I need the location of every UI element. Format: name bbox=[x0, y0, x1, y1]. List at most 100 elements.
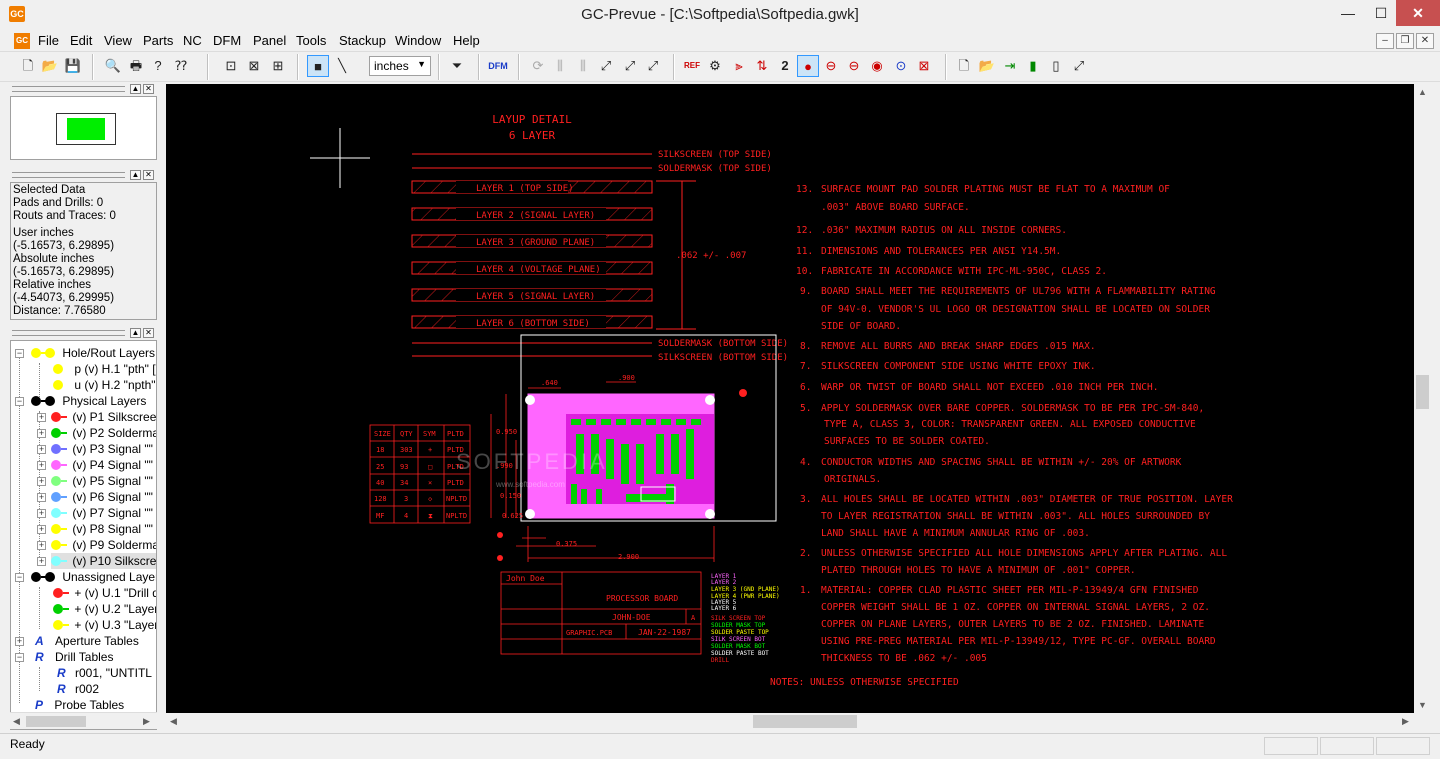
panel-close-button[interactable]: ✕ bbox=[143, 170, 154, 180]
tree-group-drill-tables[interactable]: R Drill Tables bbox=[35, 649, 113, 665]
tree-item-physical-layer[interactable]: (v) P1 Silkscreer bbox=[51, 409, 156, 425]
maximize-button[interactable]: ☐ bbox=[1366, 0, 1396, 26]
tree-expand-toggle[interactable]: + bbox=[15, 637, 24, 646]
save-icon[interactable]: 💾 bbox=[62, 55, 84, 77]
open-panel-icon[interactable]: 📂 bbox=[976, 55, 998, 77]
measure-angle-icon[interactable]: ⤢ bbox=[619, 55, 641, 77]
panel-close-button[interactable]: ✕ bbox=[143, 328, 154, 338]
distribute-icon[interactable]: ⫼ bbox=[572, 55, 594, 77]
print-icon[interactable]: 🖶 bbox=[125, 55, 147, 77]
scroll-thumb[interactable] bbox=[26, 716, 86, 727]
panel-float-button[interactable]: ▲ bbox=[130, 170, 141, 180]
minimize-button[interactable]: — bbox=[1333, 0, 1363, 26]
pad-ring-blue-icon[interactable]: ◉ bbox=[866, 55, 888, 77]
tree-item-physical-layer[interactable]: (v) P4 Signal "" i bbox=[51, 457, 156, 473]
tree-expand-toggle[interactable]: + bbox=[37, 461, 46, 470]
rotate-icon[interactable]: ⟳ bbox=[527, 55, 549, 77]
tree-horizontal-scrollbar[interactable]: ◀ ▶ bbox=[10, 712, 157, 729]
measure-point-icon[interactable]: ⤢ bbox=[642, 55, 664, 77]
tree-collapse-toggle[interactable]: − bbox=[15, 397, 24, 406]
tree-collapse-toggle[interactable]: − bbox=[15, 573, 24, 582]
layer-two-icon[interactable]: 2 bbox=[774, 55, 796, 77]
import-icon[interactable]: ⇥ bbox=[999, 55, 1021, 77]
swap-icon[interactable]: ⇅ bbox=[751, 55, 773, 77]
menu-view[interactable]: View bbox=[104, 33, 132, 48]
mdi-minimize-button[interactable]: – bbox=[1376, 33, 1394, 49]
menu-window[interactable]: Window bbox=[395, 33, 441, 48]
drill-pair-icon[interactable]: ⫸ bbox=[728, 55, 750, 77]
tree-item-physical-layer[interactable]: (v) P9 Soldermas bbox=[51, 537, 156, 553]
measure-xy-icon[interactable]: ⤢ bbox=[595, 55, 617, 77]
zoom-extents-icon[interactable]: ⊞ bbox=[267, 55, 289, 77]
gear-icon[interactable]: ⚙ bbox=[704, 55, 726, 77]
pad-cross-icon[interactable]: ⊠ bbox=[913, 55, 935, 77]
scroll-thumb[interactable] bbox=[753, 715, 857, 728]
filter-icon[interactable]: ⏷ bbox=[446, 55, 468, 77]
scroll-right-arrow[interactable]: ▶ bbox=[1402, 716, 1409, 727]
board-icon[interactable]: ▮ bbox=[1022, 55, 1044, 77]
tree-collapse-toggle[interactable]: − bbox=[15, 349, 24, 358]
tree-expand-toggle[interactable]: + bbox=[37, 429, 46, 438]
print-preview-icon[interactable]: 🔍 bbox=[102, 55, 124, 77]
menu-panel[interactable]: Panel bbox=[253, 33, 286, 48]
menu-nc[interactable]: NC bbox=[183, 33, 202, 48]
layer-tree[interactable]: − Hole/Rout Layers p (v) H.1 "pth" [r u … bbox=[10, 340, 157, 730]
new-panel-icon[interactable]: 🗋 bbox=[953, 55, 975, 77]
scroll-right-arrow[interactable]: ▶ bbox=[143, 716, 150, 727]
mdi-restore-button[interactable]: ❐ bbox=[1396, 33, 1414, 49]
panel-close-button[interactable]: ✕ bbox=[143, 84, 154, 94]
pad-circle-icon[interactable]: ● bbox=[797, 55, 819, 77]
tree-expand-toggle[interactable]: + bbox=[37, 445, 46, 454]
menu-help[interactable]: Help bbox=[453, 33, 480, 48]
menu-stackup[interactable]: Stackup bbox=[339, 33, 386, 48]
panel-float-button[interactable]: ▲ bbox=[130, 84, 141, 94]
tree-group-aperture-tables[interactable]: A Aperture Tables bbox=[35, 633, 139, 649]
tree-expand-toggle[interactable]: + bbox=[37, 541, 46, 550]
mdi-close-button[interactable]: ✕ bbox=[1416, 33, 1434, 49]
tree-item-physical-layer-selected[interactable]: (v) P10 Silkscree bbox=[51, 553, 156, 569]
dfm-icon[interactable]: DFM bbox=[487, 55, 509, 77]
units-select[interactable]: inches ▼ bbox=[369, 56, 431, 76]
info-panel-header[interactable]: ▲ ✕ bbox=[10, 170, 157, 180]
tree-expand-toggle[interactable]: + bbox=[37, 525, 46, 534]
scroll-up-arrow[interactable]: ▲ bbox=[1418, 87, 1427, 97]
help-icon[interactable]: ? bbox=[147, 55, 169, 77]
frame-icon[interactable]: ▯ bbox=[1045, 55, 1067, 77]
pad-target-icon[interactable]: ⊙ bbox=[890, 55, 912, 77]
tree-item-physical-layer[interactable]: (v) P6 Signal "" i bbox=[51, 489, 156, 505]
tree-item-physical-layer[interactable]: (v) P8 Signal "" bbox=[51, 521, 153, 537]
tree-group-unassigned[interactable]: Unassigned Layers bbox=[31, 569, 156, 585]
tree-item-drill-table[interactable]: R r001, "UNTITL bbox=[57, 665, 152, 681]
tree-panel-header[interactable]: ▲ ✕ bbox=[10, 328, 157, 338]
horizontal-scrollbar[interactable]: ◀ ▶ bbox=[166, 713, 1414, 730]
drawing-canvas[interactable]: LAYUP DETAIL 6 LAYER SILKSCREEN (TOP SID… bbox=[166, 84, 1414, 713]
select-point-icon[interactable]: ■ bbox=[307, 55, 329, 77]
zoom-all-icon[interactable]: ⊠ bbox=[243, 55, 265, 77]
select-line-icon[interactable]: ╲ bbox=[331, 55, 353, 77]
zoom-window-icon[interactable]: ⊡ bbox=[220, 55, 242, 77]
scroll-left-arrow[interactable]: ◀ bbox=[170, 716, 177, 727]
tree-group-probe-tables[interactable]: P Probe Tables bbox=[35, 697, 124, 713]
open-folder-icon[interactable]: 📂 bbox=[39, 55, 61, 77]
tree-item-physical-layer[interactable]: (v) P3 Signal "" bbox=[51, 441, 153, 457]
tree-item-drill-table[interactable]: R r002 bbox=[57, 681, 99, 697]
close-button[interactable]: ✕ bbox=[1396, 0, 1440, 26]
board-preview-panel[interactable] bbox=[10, 96, 157, 160]
tree-item-physical-layer[interactable]: (v) P5 Signal "" i bbox=[51, 473, 156, 489]
tree-expand-toggle[interactable]: + bbox=[37, 557, 46, 566]
tree-expand-toggle[interactable]: + bbox=[37, 477, 46, 486]
menu-parts[interactable]: Parts bbox=[143, 33, 173, 48]
tree-item-unassigned-layer[interactable]: + (v) U.3 "Layer" bbox=[53, 617, 156, 633]
pad-ring-icon[interactable]: ⊖ bbox=[820, 55, 842, 77]
menu-dfm[interactable]: DFM bbox=[213, 33, 241, 48]
scroll-left-arrow[interactable]: ◀ bbox=[13, 716, 20, 727]
context-help-icon[interactable]: ⁇ bbox=[170, 55, 192, 77]
tree-item-hole-layer[interactable]: p (v) H.1 "pth" [r bbox=[53, 361, 156, 377]
tree-item-physical-layer[interactable]: (v) P2 Soldermas bbox=[51, 425, 156, 441]
panel-float-button[interactable]: ▲ bbox=[130, 328, 141, 338]
tree-collapse-toggle[interactable]: − bbox=[15, 653, 24, 662]
menu-edit[interactable]: Edit bbox=[70, 33, 92, 48]
tree-group-physical[interactable]: Physical Layers bbox=[31, 393, 146, 409]
menu-file[interactable]: File bbox=[38, 33, 59, 48]
axis-icon[interactable]: ⤢ bbox=[1068, 55, 1090, 77]
